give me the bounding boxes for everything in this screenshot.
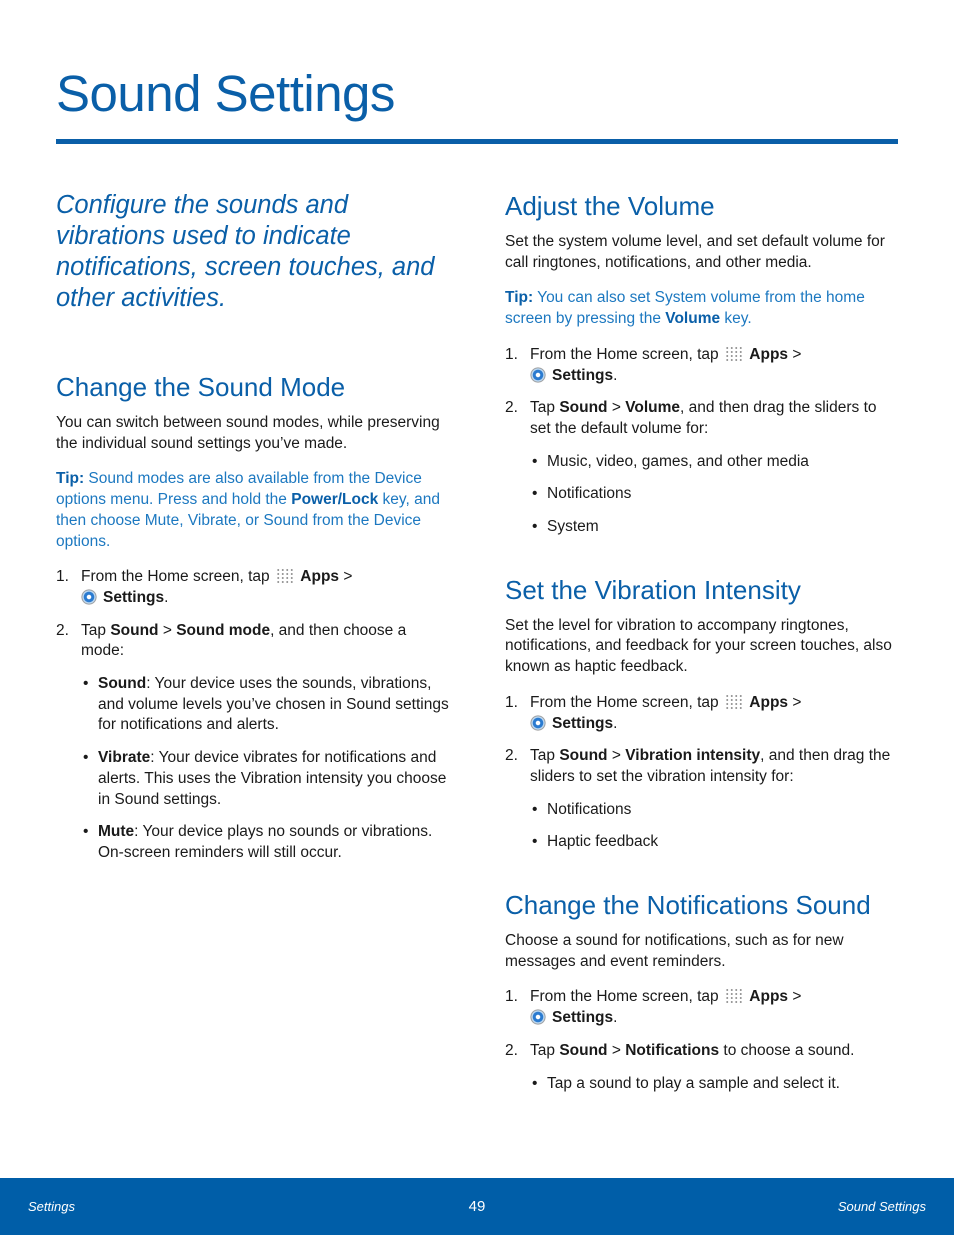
tip-label: Tip: [505, 289, 534, 307]
bullet-list: Sound: Your device uses the sounds, vibr… [81, 674, 451, 864]
bullet-item: System [530, 517, 900, 538]
bullet-item: Tap a sound to play a sample and select … [530, 1074, 900, 1095]
bullet-item: Mute: Your device plays no sounds or vib… [81, 822, 451, 863]
step-item: 1. From the Home screen, tap Apps > Settin… [56, 568, 353, 606]
key-name: Volume [665, 310, 721, 328]
section-vibration-intensity: Set the Vibration Intensity Set the leve… [505, 574, 900, 853]
settings-gear-icon [530, 366, 546, 383]
step-item: 2. Tap Sound > Notifications to choose a … [505, 1041, 900, 1094]
apps-grid-icon [275, 568, 294, 585]
bullet-item: Notifications [530, 800, 900, 821]
right-column: Adjust the Volume Set the system volume … [505, 190, 900, 1130]
bullet-list: Music, video, games, and other media Not… [530, 452, 900, 538]
intro-text: Configure the sounds and vibrations used… [56, 191, 435, 312]
apps-grid-icon [724, 345, 743, 362]
apps-grid-icon [724, 988, 743, 1005]
tip-note: Tip: Sound modes are also available from… [56, 470, 440, 550]
section-heading: Change the Sound Mode [56, 372, 346, 402]
footer-section: Sound Settings [837, 1199, 926, 1214]
settings-gear-icon [530, 714, 546, 731]
tip-label: Tip: [56, 470, 85, 488]
section-notifications-sound: Change the Notifications Sound Choose a … [505, 889, 900, 1094]
bullet-item: Haptic feedback [530, 832, 900, 853]
apps-label: Apps [300, 568, 340, 586]
tip-note: Tip: You can also set System volume from… [505, 289, 865, 328]
settings-label: Settings [552, 714, 614, 732]
bullet-list: Notifications Haptic feedback [530, 800, 900, 853]
bullet-item: Notifications [530, 484, 900, 505]
bullet-item: Vibrate: Your device vibrates for notifi… [81, 748, 451, 810]
page-footer: Settings 49 Sound Settings [0, 1178, 954, 1235]
steps-list: 1. From the Home screen, tap Apps > Settin… [505, 693, 900, 853]
steps-list: 1. From the Home screen, tap Apps > Settin… [505, 345, 900, 538]
section-change-sound-mode: Change the Sound Mode You can switch bet… [56, 371, 451, 864]
title-divider [56, 139, 898, 144]
section-heading: Set the Vibration Intensity [505, 574, 801, 605]
steps-list: 1. From the Home screen, tap Apps > Settin… [56, 567, 451, 863]
steps-list: 1. From the Home screen, tap Apps > Settin… [505, 987, 900, 1094]
step-item: 1. From the Home screen, tap Apps > Settin… [505, 988, 802, 1027]
step-item: 1. From the Home screen, tap Apps > Settin… [505, 345, 802, 384]
bullet-list: Tap a sound to play a sample and select … [530, 1074, 900, 1095]
settings-label: Settings [103, 588, 165, 606]
section-paragraph: Set the system volume level, and set def… [505, 233, 885, 271]
page-title: Sound Settings [56, 65, 395, 122]
step-item: 2. Tap Sound > Vibration intensity, and t… [505, 746, 900, 853]
left-column: Configure the sounds and vibrations used… [56, 190, 451, 900]
settings-gear-icon [81, 588, 97, 605]
section-paragraph: Choose a sound for notifications, such a… [505, 932, 844, 970]
apps-label: Apps [749, 345, 789, 363]
page-number: 49 [468, 1198, 486, 1215]
section-paragraph: You can switch between sound modes, whil… [56, 414, 440, 452]
section-paragraph: Set the level for vibration to accompany… [505, 616, 892, 676]
step-item: 2. Tap Sound > Volume, and then drag the … [505, 398, 900, 538]
apps-grid-icon [724, 693, 743, 710]
apps-label: Apps [749, 693, 789, 711]
step-item: 1. From the Home screen, tap Apps > Settin… [505, 693, 802, 732]
key-name: Power/Lock [291, 491, 379, 509]
step-item: 2. Tap Sound > Sound mode, and then choos… [56, 621, 451, 864]
settings-label: Settings [552, 366, 614, 384]
section-heading: Adjust the Volume [505, 191, 715, 221]
section-adjust-volume: Adjust the Volume Set the system volume … [505, 190, 900, 538]
settings-gear-icon [530, 1009, 546, 1026]
bullet-item: Sound: Your device uses the sounds, vibr… [81, 674, 451, 736]
bullet-item: Music, video, games, and other media [530, 452, 900, 473]
settings-label: Settings [552, 1009, 614, 1027]
apps-label: Apps [749, 988, 789, 1006]
section-heading: Change the Notifications Sound [505, 890, 871, 921]
